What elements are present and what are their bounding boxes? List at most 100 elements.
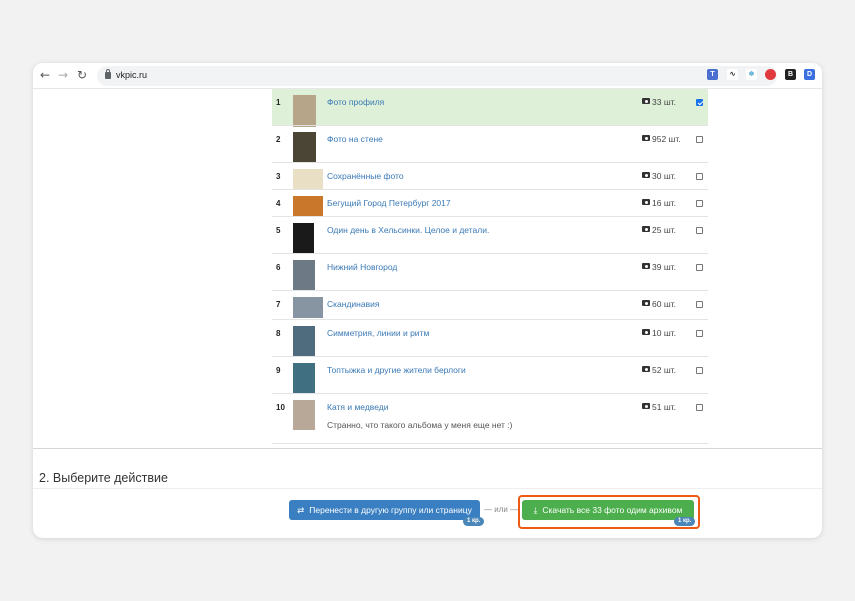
- photo-count: 39 шт.: [642, 262, 676, 272]
- album-title-link[interactable]: Фото на стене: [327, 134, 383, 144]
- divider: [33, 448, 822, 449]
- album-number: 3: [276, 172, 281, 181]
- album-thumbnail: [293, 169, 323, 189]
- photo-count: 52 шт.: [642, 365, 676, 375]
- photo-count: 16 шт.: [642, 198, 676, 208]
- page-content: 1 Фото профиля 33 шт. 2 Фото на стене 952 шт.…: [33, 89, 822, 448]
- album-title-link[interactable]: Скандинавия: [327, 299, 379, 309]
- album-number: 8: [276, 329, 281, 338]
- album-checkbox[interactable]: [696, 173, 703, 180]
- album-checkbox[interactable]: [696, 227, 703, 234]
- album-row[interactable]: 7 Скандинавия 60 шт.: [272, 290, 708, 319]
- album-title-link[interactable]: Катя и медведи: [327, 402, 388, 412]
- photo-count-text: 30 шт.: [652, 171, 676, 181]
- album-number: 5: [276, 226, 281, 235]
- album-checkbox[interactable]: [696, 264, 703, 271]
- album-thumbnail: [293, 363, 315, 394]
- album-title-link[interactable]: Симметрия, линии и ритм: [327, 328, 429, 338]
- camera-icon: [642, 226, 650, 232]
- album-number: 2: [276, 135, 281, 144]
- album-number: 4: [276, 199, 281, 208]
- photo-count-text: 10 шт.: [652, 328, 676, 338]
- react-extension-icon[interactable]: ⚛: [746, 69, 757, 80]
- album-thumbnail: [293, 400, 315, 430]
- camera-icon: [642, 135, 650, 141]
- camera-icon: [642, 300, 650, 306]
- reload-icon[interactable]: ↻: [75, 68, 89, 82]
- album-title-link[interactable]: Бегущий Город Петербург 2017: [327, 198, 451, 208]
- photo-count: 33 шт.: [642, 97, 676, 107]
- camera-icon: [642, 98, 650, 104]
- album-note: Странно, что такого альбома у меня еще н…: [327, 420, 513, 430]
- d-extension-icon[interactable]: D: [804, 69, 815, 80]
- divider: [33, 488, 822, 489]
- back-icon[interactable]: ←: [38, 68, 52, 82]
- highlight-frame: [518, 495, 700, 529]
- pokeball-extension-icon[interactable]: [765, 69, 776, 80]
- album-number: 10: [276, 403, 285, 412]
- photo-count-text: 16 шт.: [652, 198, 676, 208]
- album-table: 1 Фото профиля 33 шт. 2 Фото на стене 952 шт.…: [272, 89, 708, 448]
- camera-icon: [642, 366, 650, 372]
- photo-count-text: 39 шт.: [652, 262, 676, 272]
- album-row[interactable]: 10 Катя и медведи Странно, что такого альб…: [272, 393, 708, 443]
- album-checkbox[interactable]: [696, 367, 703, 374]
- camera-icon: [642, 329, 650, 335]
- transfer-price-badge: 1 кр.: [463, 517, 485, 526]
- photo-count: 51 шт.: [642, 402, 676, 412]
- album-checkbox[interactable]: [696, 404, 703, 411]
- b-extension-icon[interactable]: B: [785, 69, 796, 80]
- album-title-link[interactable]: Сохранённые фото: [327, 171, 404, 181]
- album-thumbnail: [293, 196, 323, 216]
- or-separator: — или —: [484, 505, 519, 514]
- browser-toolbar: ← → ↻ vkpic.ru ⇪ ☆ T ∿ ⚛ B D: [33, 63, 822, 89]
- extension-icon[interactable]: ∿: [727, 69, 738, 80]
- album-thumbnail: [293, 95, 316, 127]
- album-checkbox[interactable]: [696, 200, 703, 207]
- album-thumbnail: [293, 132, 316, 163]
- transfer-button[interactable]: ⇄ Перенести в другую группу или страницу: [289, 500, 480, 520]
- photo-count: 10 шт.: [642, 328, 676, 338]
- lock-icon: [105, 69, 111, 79]
- album-thumbnail: [293, 297, 323, 318]
- photo-count-text: 33 шт.: [652, 97, 676, 107]
- album-row[interactable]: 5 Один день в Хельсинки. Целое и детали. 2…: [272, 216, 708, 254]
- address-bar[interactable]: vkpic.ru ⇪ ☆: [97, 66, 777, 86]
- album-row[interactable]: 8 Симметрия, линии и ритм 10 шт.: [272, 319, 708, 357]
- camera-icon: [642, 199, 650, 205]
- section-title: 2. Выберите действие: [39, 471, 168, 485]
- album-title-link[interactable]: Нижний Новгород: [327, 262, 397, 272]
- photo-count: 30 шт.: [642, 171, 676, 181]
- album-checkbox[interactable]: [696, 330, 703, 337]
- album-row[interactable]: 4 Бегущий Город Петербург 2017 16 шт.: [272, 189, 708, 216]
- forward-icon[interactable]: →: [56, 68, 70, 82]
- album-number: 1: [276, 98, 281, 107]
- album-number: 7: [276, 300, 281, 309]
- album-row[interactable]: 9 Топтыжка и другие жители берлоги 52 шт.: [272, 356, 708, 394]
- album-checkbox[interactable]: [696, 301, 703, 308]
- photo-count: 25 шт.: [642, 225, 676, 235]
- photo-count-text: 52 шт.: [652, 365, 676, 375]
- album-number: 9: [276, 366, 281, 375]
- album-row[interactable]: 6 Нижний Новгород 39 шт.: [272, 253, 708, 290]
- album-row[interactable]: 3 Сохранённые фото 30 шт.: [272, 162, 708, 189]
- camera-icon: [642, 172, 650, 178]
- photo-count-text: 60 шт.: [652, 299, 676, 309]
- url-text: vkpic.ru: [116, 70, 148, 80]
- album-row[interactable]: 1 Фото профиля 33 шт.: [272, 89, 708, 127]
- transfer-button-label: Перенести в другую группу или страницу: [309, 505, 472, 515]
- browser-window: ← → ↻ vkpic.ru ⇪ ☆ T ∿ ⚛ B D 1 Фото профи…: [33, 63, 822, 538]
- photo-count-text: 952 шт.: [652, 134, 681, 144]
- album-checkbox[interactable]: [696, 99, 703, 106]
- album-title-link[interactable]: Один день в Хельсинки. Целое и детали.: [327, 225, 489, 235]
- album-row[interactable]: 2 Фото на стене 952 шт.: [272, 125, 708, 163]
- album-title-link[interactable]: Топтыжка и другие жители берлоги: [327, 365, 466, 375]
- album-title-link[interactable]: Фото профиля: [327, 97, 384, 107]
- translate-extension-icon[interactable]: T: [707, 69, 718, 80]
- photo-count: 60 шт.: [642, 299, 676, 309]
- album-checkbox[interactable]: [696, 136, 703, 143]
- photo-count-text: 25 шт.: [652, 225, 676, 235]
- album-thumbnail: [293, 326, 315, 357]
- album-number: 6: [276, 263, 281, 272]
- camera-icon: [642, 403, 650, 409]
